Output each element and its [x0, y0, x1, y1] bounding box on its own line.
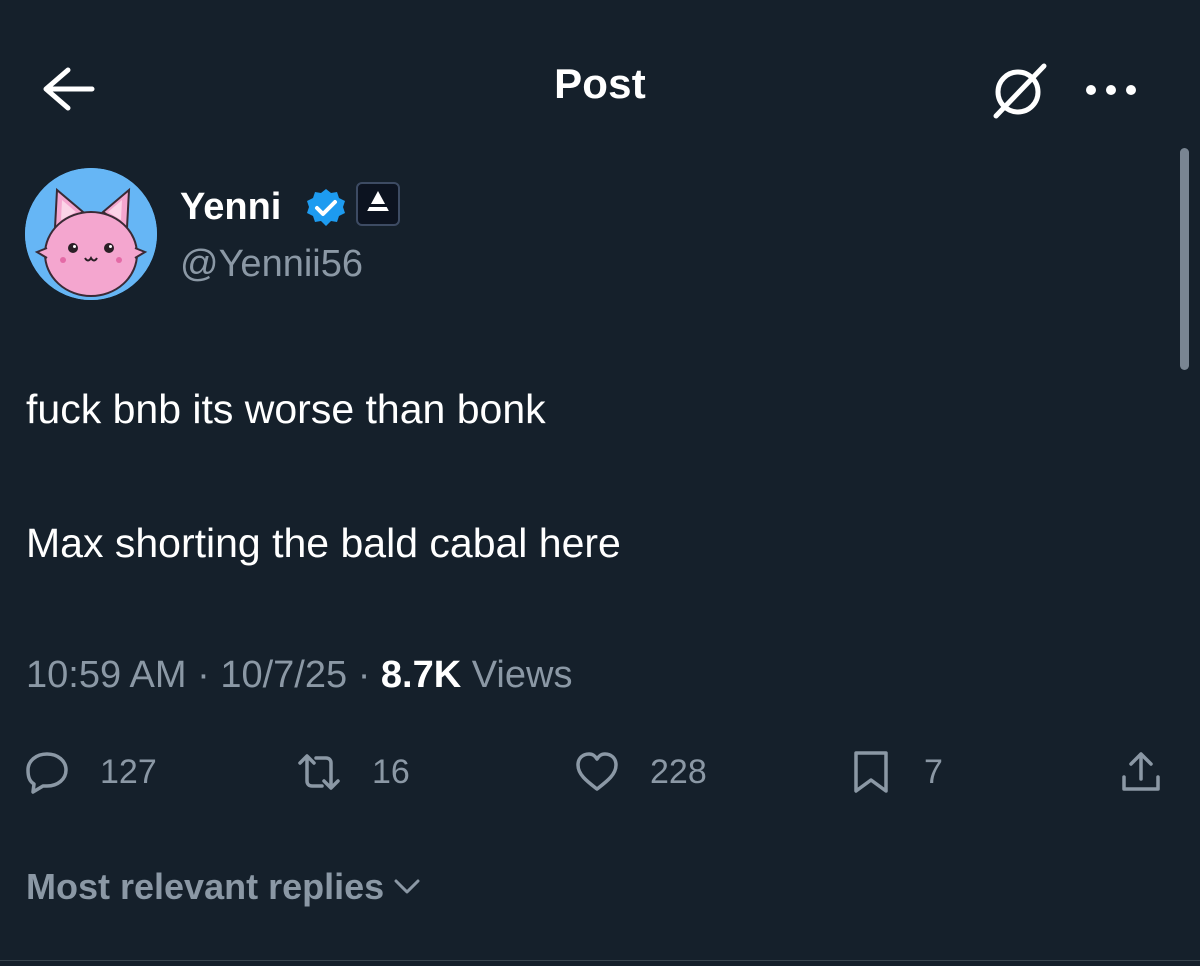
avatar[interactable]	[25, 168, 157, 300]
chevron-down-icon	[394, 879, 420, 894]
like-button[interactable]: 228	[574, 740, 707, 804]
share-icon	[1122, 752, 1160, 791]
replies-sort-label: Most relevant replies	[26, 866, 385, 907]
affiliate-badge[interactable]	[356, 182, 400, 226]
bookmark-icon	[854, 751, 888, 793]
repost-count: 16	[372, 752, 410, 791]
divider	[0, 960, 1200, 961]
reply-button[interactable]: 127	[24, 740, 157, 804]
post-meta: 10:59 AM · 10/7/25 · 8.7K Views	[26, 652, 572, 698]
affiliate-badge-icon	[365, 191, 391, 215]
verified-badge-icon	[307, 189, 345, 226]
meta-separator: ·	[186, 654, 221, 696]
author-handle[interactable]: @Yennii56	[180, 242, 363, 286]
more-options-button[interactable]	[1080, 70, 1142, 110]
post-time[interactable]: 10:59 AM	[26, 654, 187, 696]
bookmark-count: 7	[924, 752, 943, 791]
verified-badge[interactable]	[304, 186, 348, 230]
repost-icon	[298, 754, 340, 790]
grok-icon	[993, 63, 1047, 119]
reply-count: 127	[100, 752, 157, 791]
reply-icon	[26, 752, 68, 794]
pink-cat-avatar-icon	[25, 168, 157, 300]
meta-separator: ·	[347, 654, 381, 696]
scrollbar[interactable]	[1180, 148, 1189, 370]
like-count: 228	[650, 752, 707, 791]
post-text-line-2: Max shorting the bald cabal here	[26, 520, 621, 566]
more-horizontal-icon	[1086, 85, 1136, 95]
repost-button[interactable]: 16	[296, 740, 410, 804]
replies-sort-dropdown[interactable]: Most relevant replies	[26, 866, 424, 908]
post-text-line-1: fuck bnb its worse than bonk	[26, 386, 546, 432]
post-date[interactable]: 10/7/25	[220, 654, 347, 696]
share-button[interactable]	[1118, 740, 1164, 804]
bookmark-button[interactable]: 7	[848, 740, 943, 804]
views-label[interactable]: Views	[461, 654, 573, 696]
views-count[interactable]: 8.7K	[381, 654, 461, 696]
grok-button[interactable]	[988, 60, 1054, 120]
heart-icon	[576, 752, 618, 791]
author-name[interactable]: Yenni	[180, 185, 281, 229]
